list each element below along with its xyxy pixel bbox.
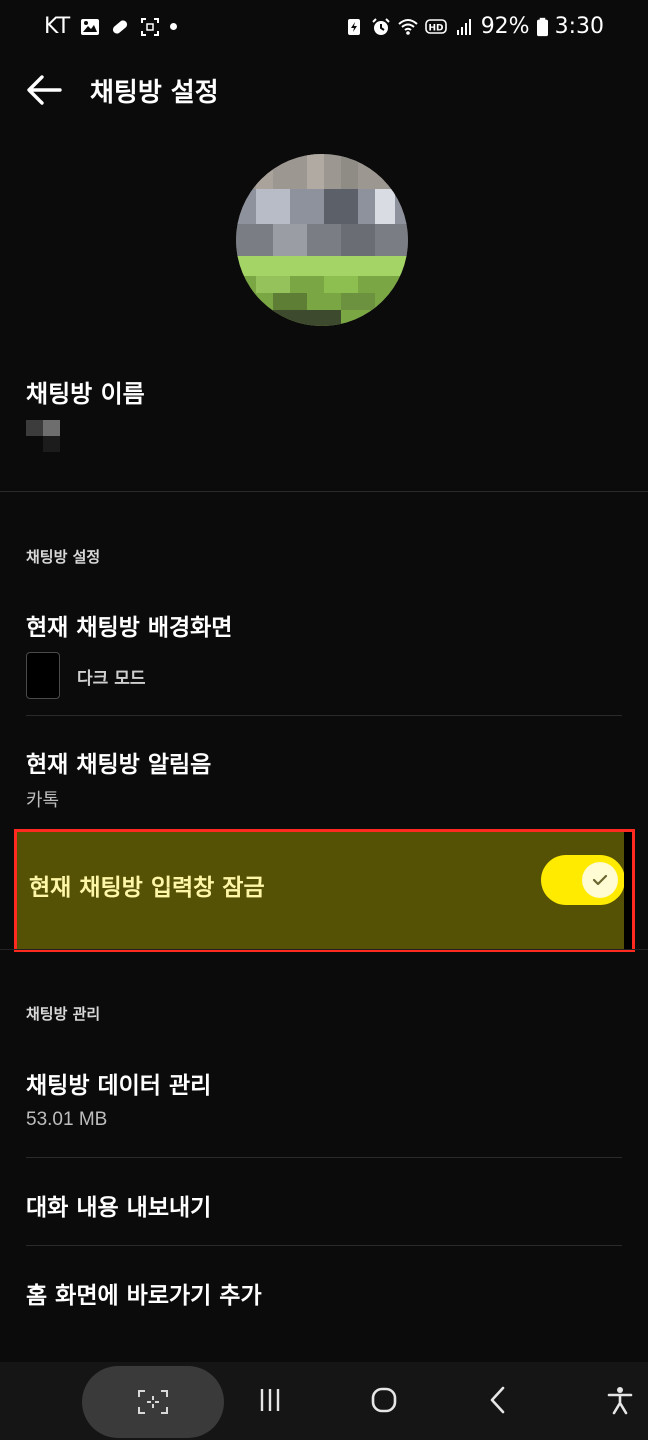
pill-icon (113, 19, 128, 34)
room-name-label: 채팅방 이름 (26, 380, 145, 408)
status-right: HD 92% 3:30 (344, 14, 604, 39)
nav-back-button[interactable] (478, 1380, 518, 1420)
accessibility-icon (607, 1387, 633, 1415)
signal-icon (456, 18, 471, 35)
svg-text:HD: HD (428, 23, 443, 33)
arrow-left-icon (27, 75, 62, 105)
notification-dot-icon (170, 23, 178, 30)
data-management-title[interactable]: 채팅방 데이터 관리 (26, 1066, 211, 1100)
export-chat-item[interactable]: 대화 내용 내보내기 (26, 1188, 211, 1222)
alarm-icon (371, 17, 390, 35)
recents-icon (260, 1389, 280, 1411)
section-header-chat-settings: 채팅방 설정 (26, 548, 101, 566)
divider (0, 491, 648, 492)
back-button[interactable] (22, 70, 66, 110)
divider (26, 1245, 622, 1246)
input-lock-setting-row[interactable]: 현재 채팅방 입력창 잠금 (14, 829, 635, 952)
recents-button[interactable] (250, 1380, 290, 1420)
status-left: KT (44, 14, 178, 39)
divider (26, 715, 622, 716)
background-setting-title[interactable]: 현재 채팅방 배경화면 (26, 608, 232, 642)
page-title: 채팅방 설정 (90, 78, 219, 108)
add-shortcut-item[interactable]: 홈 화면에 바로가기 추가 (26, 1276, 262, 1310)
check-icon (592, 874, 608, 886)
battery-saver-icon (347, 18, 360, 35)
background-value: 다크 모드 (77, 669, 146, 689)
notification-sound-value: 카톡 (26, 790, 60, 811)
section-header-chat-management: 채팅방 관리 (26, 1005, 101, 1023)
home-button[interactable] (364, 1380, 404, 1420)
room-name-value-redacted[interactable] (26, 420, 60, 452)
app-bar: 채팅방 설정 (0, 56, 648, 124)
battery-percent: 92% (480, 14, 530, 39)
divider (0, 949, 648, 950)
chat-room-settings-screen: KT HD 92% 3:30 채팅방 설정 채팅방 이름 채팅방 설정 현재 채… (0, 0, 648, 1440)
data-size-value: 53.01 MB (26, 1109, 108, 1130)
gallery-icon (81, 18, 100, 35)
highlight-edge (624, 832, 632, 949)
wifi-icon (398, 18, 418, 35)
carrier-label: KT (44, 14, 71, 39)
notification-sound-title[interactable]: 현재 채팅방 알림음 (26, 745, 211, 779)
input-lock-toggle[interactable] (541, 855, 625, 905)
chat-room-profile-image[interactable] (236, 154, 408, 326)
clock: 3:30 (554, 14, 604, 39)
home-icon (371, 1387, 397, 1413)
divider (26, 1157, 622, 1158)
profile-image-pixels (236, 154, 408, 326)
screenshot-icon (141, 17, 160, 36)
system-navigation-bar (0, 1362, 648, 1440)
input-lock-title: 현재 채팅방 입력창 잠금 (29, 875, 265, 901)
accessibility-button[interactable] (600, 1380, 640, 1420)
capture-button[interactable] (82, 1366, 224, 1438)
status-bar: KT HD 92% 3:30 (0, 0, 648, 56)
battery-icon (536, 17, 548, 36)
hd-voice-icon: HD (424, 18, 447, 34)
chevron-left-icon (490, 1386, 505, 1414)
redacted-name-pixels (26, 420, 60, 452)
background-thumbnail[interactable] (26, 652, 60, 699)
toggle-knob (582, 862, 618, 898)
capture-icon (138, 1390, 168, 1414)
